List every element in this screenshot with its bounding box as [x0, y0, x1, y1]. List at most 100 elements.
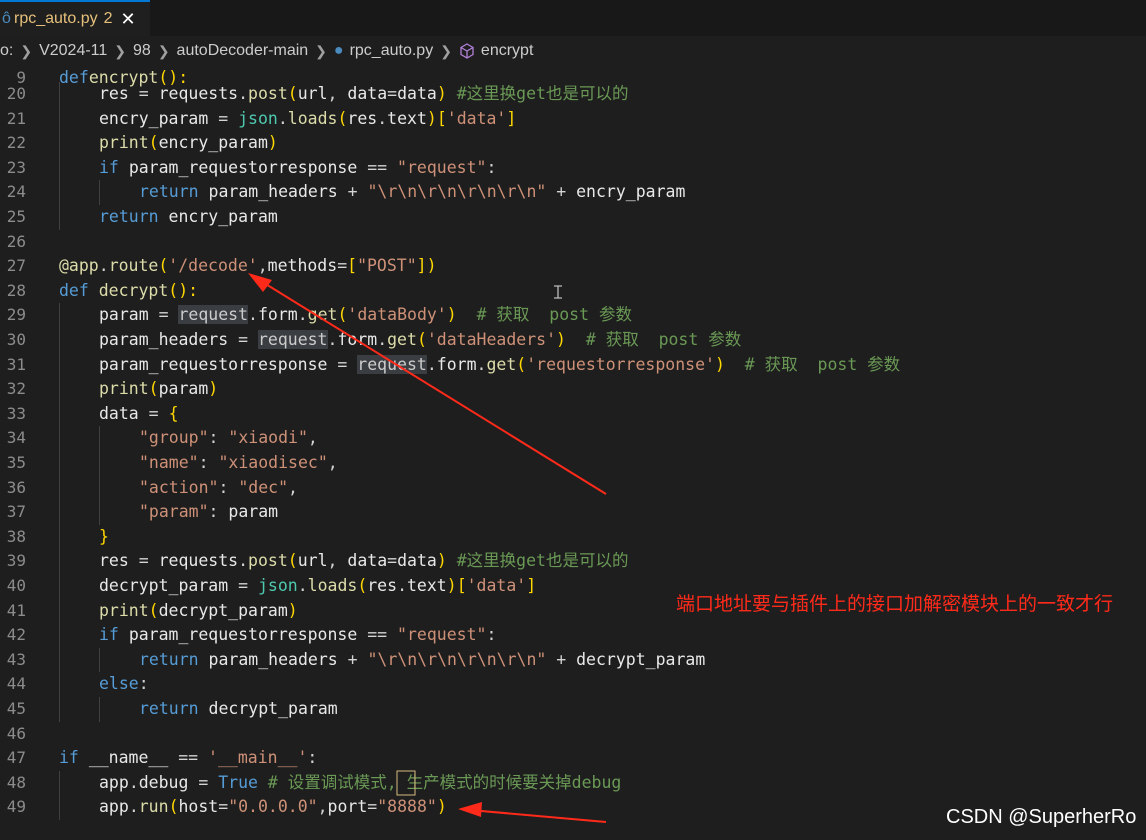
code-token: [ [456, 576, 467, 595]
code-token: . [98, 256, 109, 276]
breadcrumb: o: ❯ V2024-11 ❯ 98 ❯ autoDecoder-main ❯ … [0, 36, 1146, 66]
code-token: ) [436, 797, 447, 817]
line-number: 47 [6, 748, 26, 768]
code-token: #这里换get也是可以的 [456, 551, 629, 571]
chevron-right-icon: ❯ [315, 42, 327, 59]
indent-guide [59, 155, 60, 181]
code-token: . [297, 576, 308, 595]
code-token: ( [337, 305, 348, 325]
code-line[interactable]: 24 return param_headers + "\r\n\r\n\r\n\r… [0, 180, 1146, 205]
code-token: 'data' [446, 108, 507, 128]
code-token: + [546, 182, 577, 202]
code-line[interactable]: 26 [0, 230, 1146, 255]
breadcrumb-item-autodecoder[interactable]: autoDecoder-main [177, 42, 309, 60]
code-token: = [337, 256, 348, 276]
code-line[interactable]: 33 data = { [0, 401, 1146, 427]
code-token: run [138, 797, 169, 817]
code-line[interactable]: 22 print(encry_param) [0, 131, 1146, 156]
line-number: 32 [6, 379, 26, 399]
code-token: encry_param [168, 207, 278, 226]
code-token: . [397, 576, 407, 595]
line-number: 36 [6, 477, 26, 497]
code-line[interactable]: 31 param_requestorresponse = request.form… [0, 352, 1146, 378]
code-line[interactable]: 42 if param_requestorresponse == "request… [0, 623, 1146, 648]
code-token: + [337, 182, 368, 202]
code-text: return encry_param [99, 205, 278, 230]
code-line[interactable]: 37 "param": param [0, 500, 1146, 525]
code-text: print(decrypt_param) [99, 599, 298, 624]
breadcrumb-item-symbol[interactable]: encrypt [481, 42, 533, 60]
indent-guide [59, 549, 60, 574]
code-token: = [228, 576, 258, 595]
code-token: == [168, 748, 209, 768]
code-line[interactable]: 47 if __name__ == '__main__': [0, 746, 1146, 771]
code-line[interactable]: 43 return param_headers + "\r\n\r\n\r\n\r… [0, 647, 1146, 673]
code-line[interactable]: 46 [0, 722, 1146, 747]
line-number: 40 [6, 576, 26, 595]
breadcrumb-item-98[interactable]: 98 [133, 42, 151, 60]
code-line[interactable]: 28 def decrypt(): [0, 279, 1146, 304]
code-line[interactable]: 36 "action": "dec", [0, 475, 1146, 501]
code-line[interactable]: 34 "group": "xiaodi", [0, 426, 1146, 451]
tab-rpc-auto[interactable]: ô rpc_auto.py 2 ✕ [0, 0, 150, 36]
code-token: = [387, 84, 398, 103]
code-line[interactable]: 39 res = requests.post(url, data=data) #这… [0, 549, 1146, 574]
code-token: "\r\n\r\n\r\n\r\n" [367, 649, 547, 669]
code-token: methods [267, 256, 338, 276]
code-token: . [248, 305, 258, 325]
code-token: ( [148, 379, 159, 399]
breadcrumb-item-file[interactable]: rpc_auto.py [350, 42, 434, 60]
code-token: ( [148, 600, 159, 620]
code-token: . [377, 330, 388, 349]
code-token: + [337, 649, 368, 669]
code-token: decrypt_param [576, 649, 706, 669]
indent-guide [59, 451, 60, 476]
code-line[interactable]: 48 app.debug = True # 设置调试模式, 生产模式的时候要关掉d… [0, 770, 1146, 796]
code-token: ( [516, 354, 527, 374]
breadcrumb-item-root[interactable]: o: [0, 42, 13, 60]
code-line[interactable]: 30 param_headers = request.form.get('data… [0, 328, 1146, 353]
code-text: return param_headers + "\r\n\r\n\r\n\r\n… [139, 180, 685, 205]
code-token: param [228, 502, 279, 522]
chevron-right-icon: ❯ [440, 42, 452, 59]
line-number: 37 [6, 502, 26, 522]
code-text: param = request.form.get('dataBody') # 获… [99, 303, 632, 328]
code-token: ] [526, 576, 537, 595]
line-number: 34 [6, 428, 26, 448]
code-line[interactable]: 25 return encry_param [0, 205, 1146, 230]
code-text: if param_requestorresponse == "request": [99, 623, 496, 648]
code-token: '/decode' [168, 256, 258, 276]
code-token: else [99, 674, 139, 694]
code-line[interactable]: 29 param = request.form.get('dataBody') #… [0, 303, 1146, 328]
code-token: param_requestorresponse [99, 354, 328, 374]
close-tab-icon[interactable]: ✕ [121, 9, 136, 30]
code-text: print(encry_param) [99, 131, 278, 156]
code-line[interactable]: 44 else: [0, 672, 1146, 697]
code-token: = [188, 772, 219, 792]
code-token: "dec" [238, 477, 289, 497]
code-line[interactable]: 45 return decrypt_param [0, 697, 1146, 722]
code-line[interactable]: 27 @app.route('/decode',methods=["POST"]) [0, 254, 1146, 279]
code-line[interactable]: 38} [0, 524, 1146, 550]
code-text: "action": "dec", [139, 476, 298, 501]
indent-guide [59, 524, 60, 550]
code-token: encry_param [576, 182, 686, 202]
code-line[interactable]: 23 if param_requestorresponse == "request… [0, 155, 1146, 181]
indent-guide [59, 574, 60, 599]
code-line[interactable]: 21 encry_param = json.loads(res.text)['da… [0, 106, 1146, 132]
code-token: requests [158, 551, 239, 571]
line-number: 21 [6, 108, 26, 128]
chevron-right-icon: ❯ [114, 42, 127, 59]
code-line[interactable]: 20 res = requests.post(url, data=data) #这… [0, 82, 1146, 107]
tab-filename: rpc_auto.py [14, 10, 98, 27]
code-token: param_requestorresponse [128, 157, 358, 177]
code-line[interactable]: 35 "name": "xiaodisec", [0, 451, 1146, 476]
code-token: } [99, 526, 109, 546]
code-line[interactable]: 32 print(param) [0, 377, 1146, 402]
code-token: : [218, 477, 239, 497]
breadcrumb-item-v2024-11[interactable]: V2024-11 [39, 42, 107, 60]
line-number: 26 [6, 231, 26, 251]
code-editor[interactable]: 9 defencrypt(): 20 res = requests.post(url,… [0, 66, 1146, 840]
code-token: res [367, 576, 398, 595]
